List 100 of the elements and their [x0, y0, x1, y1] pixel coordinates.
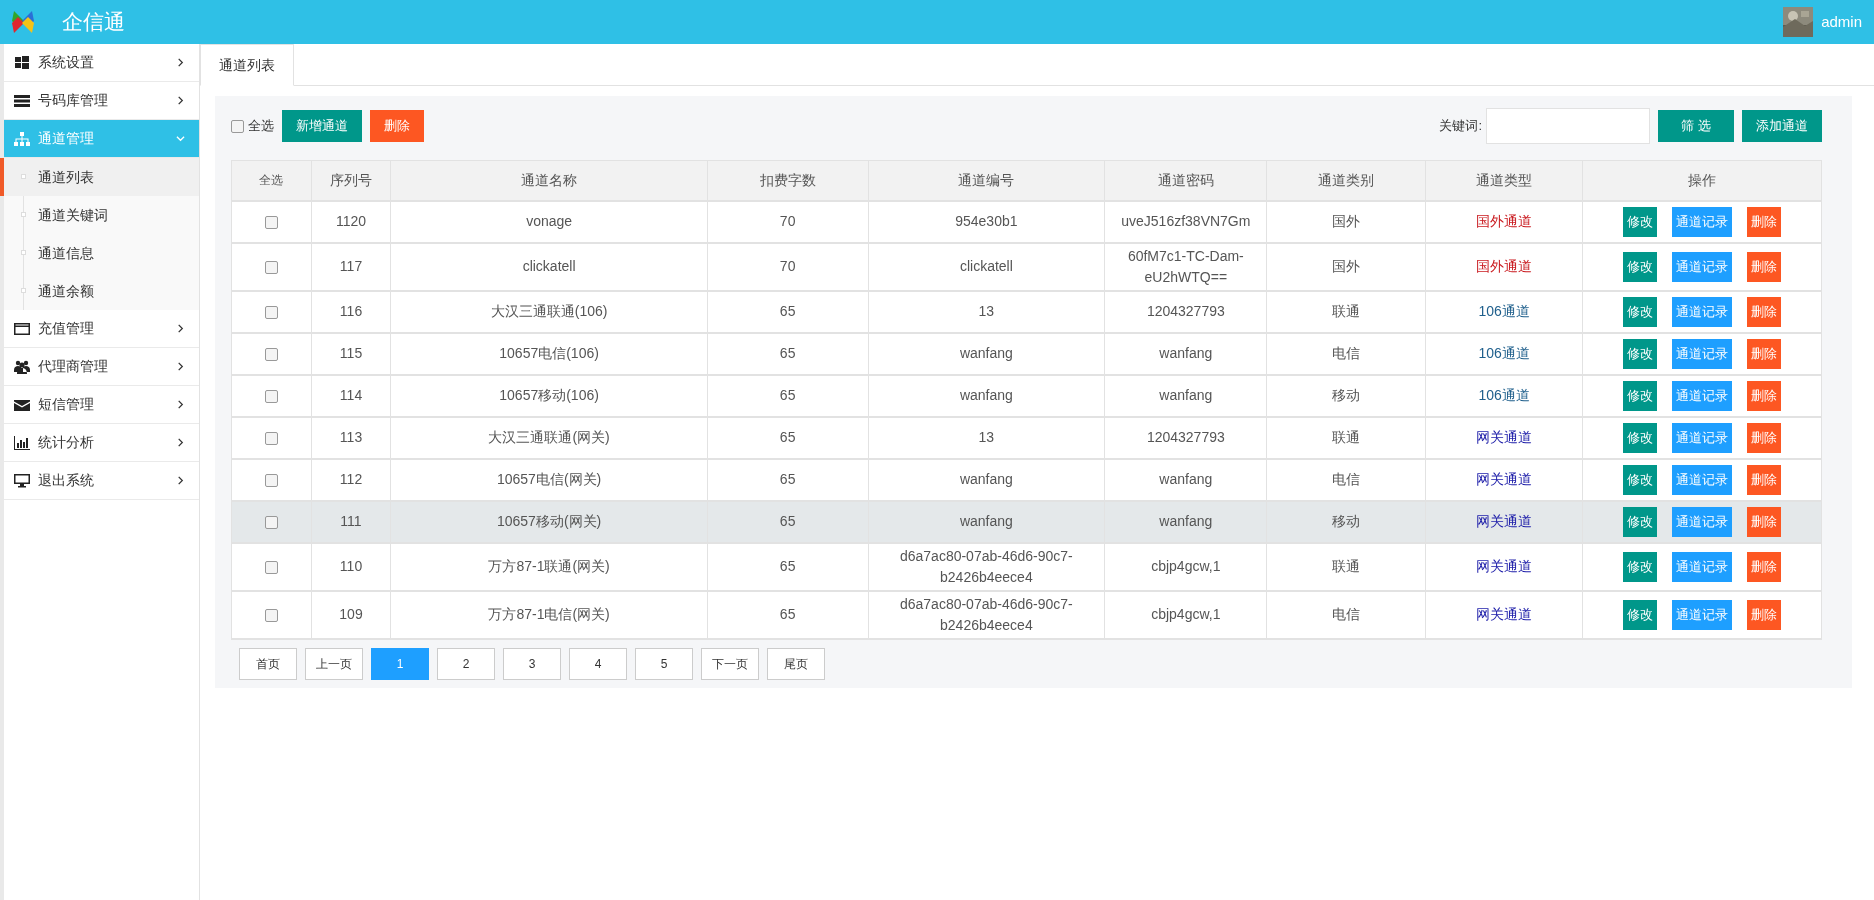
records-button[interactable]: 通道记录: [1672, 599, 1732, 630]
records-button[interactable]: 通道记录: [1672, 422, 1732, 453]
delete-button[interactable]: 删除: [1747, 296, 1781, 327]
table-cell: wanfang: [1159, 387, 1213, 403]
edit-button[interactable]: 修改: [1623, 296, 1657, 327]
filter-button[interactable]: 筛 选: [1658, 110, 1734, 142]
sidebar-item[interactable]: 代理商管理: [4, 348, 199, 386]
table-cell: 联通: [1332, 429, 1361, 445]
column-header: 全选: [231, 160, 312, 201]
delete-button[interactable]: 删除: [1747, 380, 1781, 411]
last-page-button[interactable]: 尾页: [767, 647, 825, 680]
table-cell: clickatell: [959, 258, 1013, 274]
table-row[interactable]: 109 万方87-1电信(网关) 65 d6a7ac80-07ab-46d6-90c7-b2426b4eece4 cbjp4gcw,1 电信 网关通道 修改 通道记录 删除: [231, 590, 1822, 639]
page-button[interactable]: 2: [437, 647, 495, 680]
column-header: 通道编号: [868, 160, 1105, 201]
delete-button[interactable]: 删除: [1747, 206, 1781, 237]
select-all-checkbox[interactable]: [231, 119, 244, 133]
row-checkbox[interactable]: [264, 305, 278, 319]
row-checkbox[interactable]: [264, 347, 278, 361]
records-button[interactable]: 通道记录: [1672, 338, 1732, 369]
sidebar-subitem[interactable]: 通道列表: [0, 158, 199, 196]
add-channel-button[interactable]: 添加通道: [1742, 110, 1822, 142]
table-row[interactable]: 115 10657电信(106) 65 wanfang wanfang 电信 106通道 修改 通道记录 删除: [231, 332, 1822, 375]
page-button[interactable]: 1: [371, 647, 429, 680]
edit-button[interactable]: 修改: [1623, 380, 1657, 411]
edit-button[interactable]: 修改: [1623, 464, 1657, 495]
row-checkbox[interactable]: [264, 215, 278, 229]
row-checkbox[interactable]: [264, 560, 278, 574]
edit-button[interactable]: 修改: [1623, 422, 1657, 453]
delete-button[interactable]: 删除: [1747, 464, 1781, 495]
credit-card-icon: [14, 320, 30, 337]
records-button[interactable]: 通道记录: [1672, 206, 1732, 237]
edit-button[interactable]: 修改: [1623, 206, 1657, 237]
delete-button[interactable]: 删除: [370, 110, 424, 142]
table-cell: 大汉三通联通(网关): [488, 429, 610, 445]
row-checkbox[interactable]: [264, 473, 278, 487]
sidebar-item[interactable]: 退出系统: [4, 462, 199, 500]
table-row[interactable]: 117 clickatell 70 clickatell 60fM7c1-TC-Dam-eU2hWTQ== 国外 国外通道 修改 通道记录 删除: [231, 242, 1822, 291]
sidebar-item[interactable]: 充值管理: [4, 310, 199, 348]
row-checkbox[interactable]: [264, 389, 278, 403]
table-cell: 万方87-1电信(网关): [488, 606, 610, 622]
row-checkbox[interactable]: [264, 515, 278, 529]
table-row[interactable]: 1120 vonage 70 954e30b1 uveJ516zf38VN7Gm 国外 国外通道 修改 通道记录 删除: [231, 200, 1822, 243]
table-cell: 联通: [1332, 558, 1361, 574]
sidebar-item[interactable]: 短信管理: [4, 386, 199, 424]
table-cell: 13: [978, 303, 995, 319]
edit-button[interactable]: 修改: [1623, 551, 1657, 582]
sidebar-item[interactable]: 通道管理: [4, 120, 199, 158]
table-row[interactable]: 113 大汉三通联通(网关) 65 13 1204327793 联通 网关通道 修改 通道记录 删除: [231, 416, 1822, 459]
channel-type: 网关通道: [1476, 429, 1533, 445]
keyword-field[interactable]: [1486, 108, 1650, 144]
records-button[interactable]: 通道记录: [1672, 251, 1732, 282]
page-button[interactable]: 5: [635, 647, 693, 680]
channel-type: 网关通道: [1476, 558, 1533, 574]
table-row[interactable]: 116 大汉三通联通(106) 65 13 1204327793 联通 106通道 修改 通道记录 删除: [231, 290, 1822, 333]
column-header: 操作: [1582, 160, 1822, 201]
table-cell: 116: [339, 303, 363, 319]
row-checkbox[interactable]: [264, 260, 278, 274]
table-row[interactable]: 111 10657移动(网关) 65 wanfang wanfang 移动 网关通道 修改 通道记录 删除: [231, 500, 1822, 543]
table-row[interactable]: 112 10657电信(网关) 65 wanfang wanfang 电信 网关通道 修改 通道记录 删除: [231, 458, 1822, 501]
channel-type: 网关通道: [1476, 471, 1533, 487]
records-button[interactable]: 通道记录: [1672, 506, 1732, 537]
table-cell: wanfang: [1159, 471, 1213, 487]
table-cell: cbjp4gcw,1: [1151, 606, 1221, 622]
page-button[interactable]: 3: [503, 647, 561, 680]
delete-button[interactable]: 删除: [1747, 551, 1781, 582]
delete-button[interactable]: 删除: [1747, 251, 1781, 282]
records-button[interactable]: 通道记录: [1672, 380, 1732, 411]
keyword-label: 关键词:: [1439, 117, 1482, 136]
next-page-button[interactable]: 下一页: [701, 647, 759, 680]
sidebar-item[interactable]: 统计分析: [4, 424, 199, 462]
column-header: 通道名称: [390, 160, 708, 201]
table-row[interactable]: 114 10657移动(106) 65 wanfang wanfang 移动 106通道 修改 通道记录 删除: [231, 374, 1822, 417]
sidebar-subitem[interactable]: 通道余额: [0, 272, 199, 310]
sidebar-subitem[interactable]: 通道信息: [0, 234, 199, 272]
page-button[interactable]: 4: [569, 647, 627, 680]
user-name[interactable]: admin: [1821, 10, 1862, 34]
tab[interactable]: 通道列表: [200, 44, 294, 86]
row-checkbox[interactable]: [264, 608, 278, 622]
records-button[interactable]: 通道记录: [1672, 296, 1732, 327]
delete-button[interactable]: 删除: [1747, 338, 1781, 369]
edit-button[interactable]: 修改: [1623, 251, 1657, 282]
records-button[interactable]: 通道记录: [1672, 551, 1732, 582]
edit-button[interactable]: 修改: [1623, 506, 1657, 537]
delete-button[interactable]: 删除: [1747, 506, 1781, 537]
row-checkbox[interactable]: [264, 431, 278, 445]
edit-button[interactable]: 修改: [1623, 599, 1657, 630]
prev-page-button[interactable]: 上一页: [305, 647, 363, 680]
edit-button[interactable]: 修改: [1623, 338, 1657, 369]
table-cell: 1204327793: [1146, 303, 1225, 319]
table-cell: 70: [779, 213, 796, 229]
first-page-button[interactable]: 首页: [239, 647, 297, 680]
add-button[interactable]: 新增通道: [282, 110, 362, 142]
table-cell: 65: [779, 387, 796, 403]
table-row[interactable]: 110 万方87-1联通(网关) 65 d6a7ac80-07ab-46d6-90c7-b2426b4eece4 cbjp4gcw,1 联通 网关通道 修改 通道记录 删除: [231, 542, 1822, 591]
delete-button[interactable]: 删除: [1747, 422, 1781, 453]
sidebar-subitem[interactable]: 通道关键词: [0, 196, 199, 234]
records-button[interactable]: 通道记录: [1672, 464, 1732, 495]
sidebar-item[interactable]: 系统设置: [4, 44, 199, 82]
delete-button[interactable]: 删除: [1747, 599, 1781, 630]
